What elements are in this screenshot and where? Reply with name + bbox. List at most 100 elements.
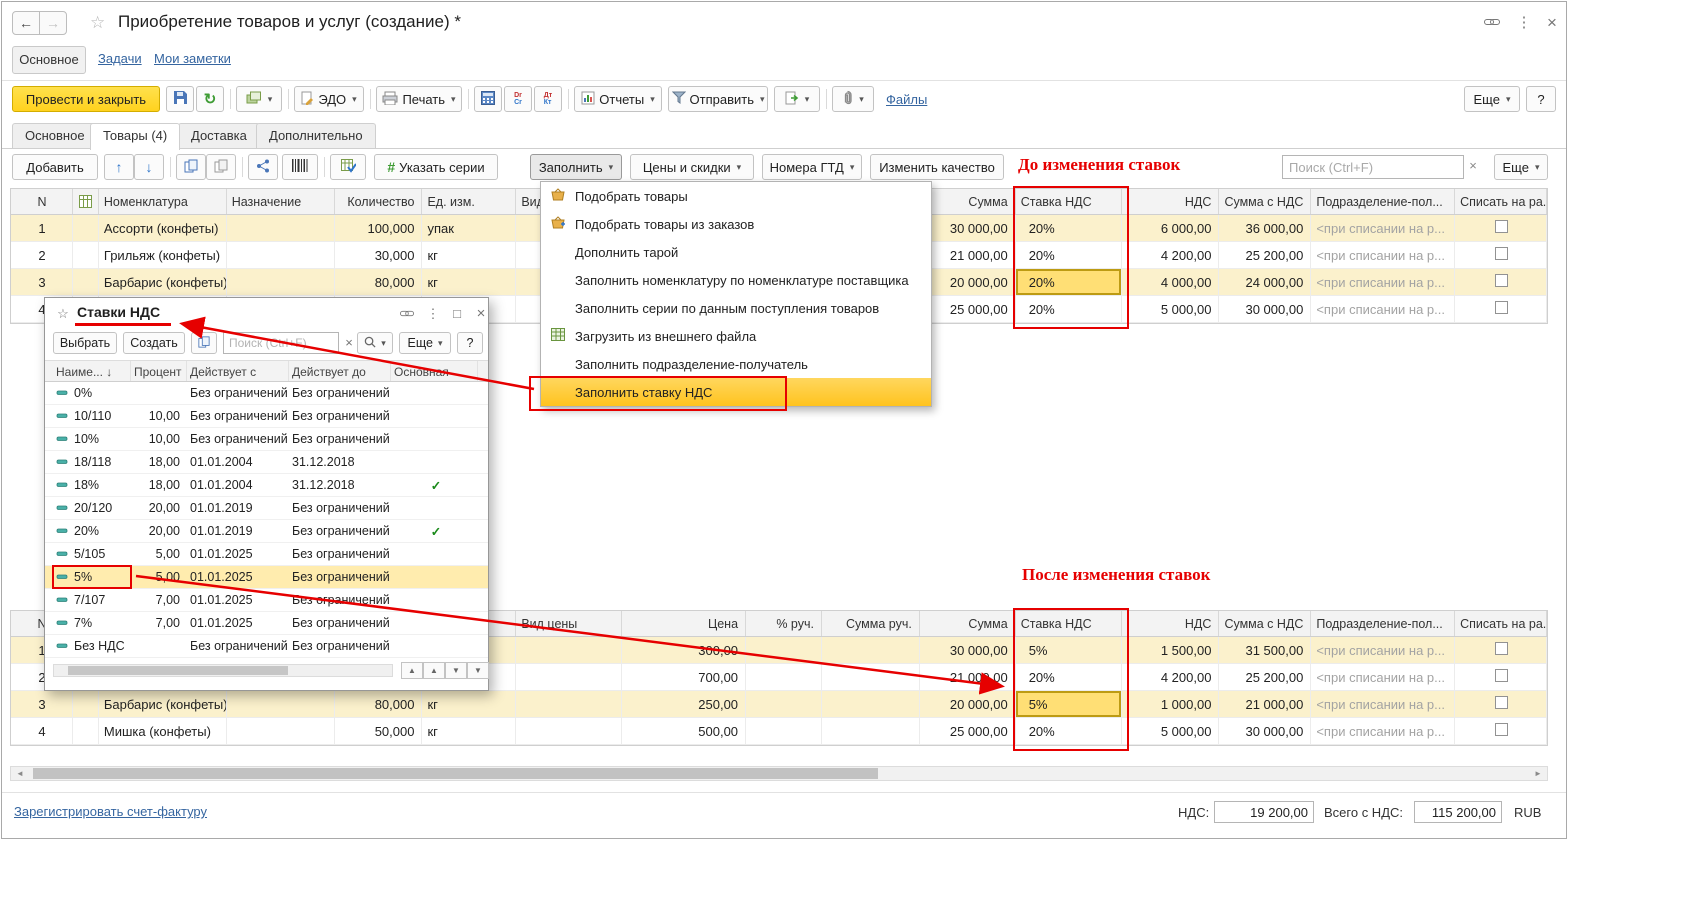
column-header-purpose[interactable]: Назначение	[227, 189, 335, 214]
vat-rate-row-20/120[interactable]: 20/120 20,00 01.01.2019 Без ограничений	[45, 497, 488, 520]
post-and-close-button[interactable]: Провести и закрыть	[12, 86, 160, 112]
get-link-icon[interactable]	[397, 305, 417, 323]
vat-rate-row-20%[interactable]: 20% 20,00 01.01.2019 Без ограничений ✓	[45, 520, 488, 543]
column-header-price[interactable]: Цена	[622, 611, 747, 636]
history-forward-button[interactable]: →	[39, 11, 67, 35]
fill-menu-item-2[interactable]: Подобрать товары из заказов	[541, 210, 931, 238]
column-header-price_type[interactable]: Вид цены	[516, 611, 623, 636]
get-link-icon[interactable]	[1480, 14, 1504, 34]
column-header-writeoff[interactable]: Списать на ра...	[1455, 611, 1547, 636]
save-button[interactable]	[166, 86, 194, 112]
paste-row-button[interactable]	[206, 154, 236, 180]
nav-link-tasks[interactable]: Задачи	[98, 51, 142, 66]
popup-column-header-percent[interactable]: Процент	[131, 361, 187, 381]
column-header-pct[interactable]: % руч.	[746, 611, 822, 636]
goods-row-3[interactable]: 3 Барбарис (конфеты) 80,000кг 250,00 20 000,…	[11, 691, 1547, 718]
files-link[interactable]: Файлы	[886, 92, 927, 107]
copy-button[interactable]	[191, 332, 217, 354]
writeoff-checkbox[interactable]	[1494, 642, 1508, 655]
column-header-sum_manual[interactable]: Сумма руч.	[822, 611, 920, 636]
vat-rate-row-Без НДС[interactable]: Без НДС Без ограничений Без ограничений	[45, 635, 488, 658]
add-row-button[interactable]: Добавить	[12, 154, 98, 180]
search-input[interactable]	[1282, 155, 1464, 179]
register-invoice-link[interactable]: Зарегистрировать счет-фактуру	[14, 804, 207, 819]
select-button[interactable]: Выбрать	[53, 332, 117, 354]
search-options-button[interactable]: ▾	[357, 332, 393, 354]
nav-link-notes[interactable]: Мои заметки	[154, 51, 231, 66]
vat-total-field[interactable]: 19 200,00	[1214, 801, 1314, 823]
grand-total-field[interactable]: 115 200,00	[1414, 801, 1502, 823]
go-down-button[interactable]: ▼	[445, 662, 467, 679]
popup-column-header-main[interactable]: Основная	[391, 361, 478, 381]
popup-column-header-name[interactable]: Наиме... ↓	[53, 361, 131, 381]
help-button[interactable]: ?	[1526, 86, 1556, 112]
copy-row-button[interactable]	[176, 154, 206, 180]
writeoff-checkbox[interactable]	[1494, 247, 1508, 260]
fill-menu-item-7[interactable]: Заполнить подразделение-получатель	[541, 350, 931, 378]
create-based-on-button[interactable]: ▾	[236, 86, 282, 112]
column-header-dept[interactable]: Подразделение-пол...	[1311, 189, 1456, 214]
vat-rate-row-18/118[interactable]: 18/118 18,00 01.01.2004 31.12.2018	[45, 451, 488, 474]
search-clear-icon[interactable]: ×	[1465, 158, 1481, 176]
barcode-button[interactable]	[282, 154, 318, 180]
favorite-star-icon[interactable]: ☆	[53, 305, 73, 323]
column-header-vat[interactable]: НДС	[1122, 189, 1220, 214]
check-table-button[interactable]	[330, 154, 366, 180]
print-button[interactable]: Печать ▾	[376, 86, 462, 112]
vat-rate-row-0%[interactable]: 0% Без ограничений Без ограничений	[45, 382, 488, 405]
history-back-button[interactable]: ←	[12, 11, 40, 35]
writeoff-checkbox[interactable]	[1494, 723, 1508, 736]
window-menu-icon[interactable]: ⋮	[423, 305, 443, 323]
popup-column-header-to[interactable]: Действует до	[289, 361, 391, 381]
show-postings-dtkt-button[interactable]: Дт Кт	[534, 86, 562, 112]
writeoff-checkbox[interactable]	[1494, 274, 1508, 287]
search-clear-icon[interactable]: ×	[339, 334, 359, 352]
column-header-vat_rate[interactable]: Ставка НДС	[1016, 189, 1122, 214]
table-more-button[interactable]: Еще ▾	[1494, 154, 1548, 180]
vat-rate-row-18%[interactable]: 18% 18,00 01.01.2004 31.12.2018 ✓	[45, 474, 488, 497]
calculator-button[interactable]	[474, 86, 502, 112]
fill-menu-item-3[interactable]: Дополнить тарой	[541, 238, 931, 266]
goods-row-4[interactable]: 4 Мишка (конфеты) 50,000кг 500,00 25 000,002…	[11, 718, 1547, 745]
horizontal-scrollbar[interactable]: ◄ ►	[10, 766, 1548, 781]
go-up-button[interactable]: ▲	[423, 662, 445, 679]
close-icon[interactable]: ×	[1540, 14, 1564, 34]
structure-button[interactable]	[248, 154, 278, 180]
vat-rate-row-7%[interactable]: 7% 7,00 01.01.2025 Без ограничений	[45, 612, 488, 635]
tab-delivery[interactable]: Доставка	[178, 123, 260, 148]
vat-rate-row-5%[interactable]: 5% 5,00 01.01.2025 Без ограничений	[45, 565, 488, 589]
post-document-button[interactable]: ↻	[196, 86, 224, 112]
export-document-button[interactable]: ▾	[774, 86, 820, 112]
tab-main[interactable]: Основное	[12, 123, 98, 148]
column-header-writeoff[interactable]: Списать на ра...	[1455, 189, 1547, 214]
popup-help-button[interactable]: ?	[457, 332, 483, 354]
more-button[interactable]: Еще ▾	[1464, 86, 1520, 112]
vat-rate-row-10%[interactable]: 10% 10,00 Без ограничений Без ограничений	[45, 428, 488, 451]
reports-button[interactable]: Отчеты ▾	[574, 86, 662, 112]
fill-menu-item-4[interactable]: Заполнить номенклатуру по номенклатуре п…	[541, 266, 931, 294]
favorite-star-icon[interactable]: ☆	[90, 13, 105, 33]
move-down-button[interactable]: ↓	[134, 154, 164, 180]
popup-column-header-from[interactable]: Действует с	[187, 361, 289, 381]
column-header-total[interactable]: Сумма с НДС	[1219, 189, 1312, 214]
column-header-total[interactable]: Сумма с НДС	[1219, 611, 1312, 636]
scroll-right-icon[interactable]: ►	[1531, 768, 1545, 779]
vat-rate-row-10/110[interactable]: 10/110 10,00 Без ограничений Без ограничени…	[45, 405, 488, 428]
scroll-left-icon[interactable]: ◄	[13, 768, 27, 779]
column-header-vat_rate[interactable]: Ставка НДС	[1016, 611, 1122, 636]
fill-menu-item-1[interactable]: Подобрать товары	[541, 182, 931, 210]
move-up-button[interactable]: ↑	[104, 154, 134, 180]
go-first-button[interactable]: ▲	[401, 662, 423, 679]
specify-series-button[interactable]: # Указать серии	[374, 154, 498, 180]
column-header-icon[interactable]	[73, 189, 99, 214]
popup-more-button[interactable]: Еще ▾	[399, 332, 451, 354]
scrollbar-thumb[interactable]	[68, 666, 288, 675]
fill-menu-item-8[interactable]: Заполнить ставку НДС	[541, 378, 931, 406]
vat-rate-row-5/105[interactable]: 5/105 5,00 01.01.2025 Без ограничений	[45, 543, 488, 566]
column-header-unit[interactable]: Ед. изм.	[422, 189, 517, 214]
nav-tab-main[interactable]: Основное	[12, 46, 86, 74]
writeoff-checkbox[interactable]	[1494, 220, 1508, 233]
writeoff-checkbox[interactable]	[1494, 696, 1508, 709]
column-header-name[interactable]: Номенклатура	[99, 189, 227, 214]
popup-horizontal-scrollbar[interactable]	[53, 664, 393, 677]
